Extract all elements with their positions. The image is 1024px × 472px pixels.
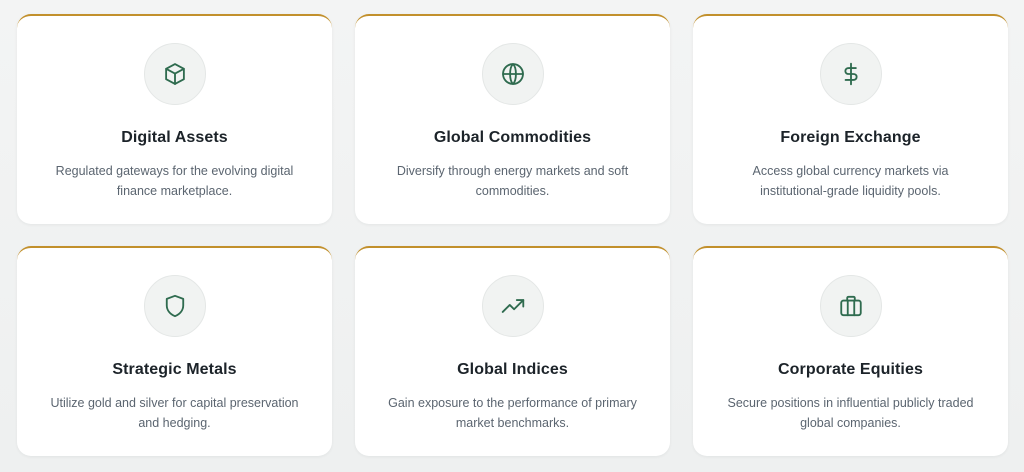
card-title: Foreign Exchange — [780, 129, 921, 146]
card-title: Global Indices — [457, 361, 568, 378]
cube-icon — [164, 63, 185, 85]
card-icon-badge — [143, 275, 206, 337]
card-title: Digital Assets — [121, 129, 228, 146]
card-foreign-exchange[interactable]: Foreign Exchange Access global currency … — [693, 14, 1008, 224]
shield-icon — [165, 294, 184, 318]
dollar-icon — [843, 62, 858, 86]
card-title: Strategic Metals — [112, 361, 237, 378]
card-icon-badge — [819, 43, 882, 105]
card-corporate-equities[interactable]: Corporate Equities Secure positions in i… — [693, 246, 1008, 456]
card-icon-badge — [481, 43, 544, 105]
card-title: Global Commodities — [433, 129, 592, 146]
card-icon-badge — [481, 275, 544, 337]
card-description: Access global currency markets via insti… — [752, 164, 949, 198]
card-digital-assets[interactable]: Digital Assets Regulated gateways for th… — [17, 14, 332, 224]
card-description: Secure positions in influential publicly… — [727, 396, 974, 430]
card-title: Corporate Equities — [778, 361, 923, 378]
trending-up-icon — [501, 299, 524, 313]
card-icon-badge — [819, 275, 882, 337]
card-global-indices[interactable]: Global Indices Gain exposure to the perf… — [355, 246, 670, 456]
card-strategic-metals[interactable]: Strategic Metals Utilize gold and silver… — [17, 246, 332, 456]
card-icon-badge — [143, 43, 206, 105]
briefcase-icon — [839, 295, 862, 317]
card-description: Gain exposure to the performance of prim… — [388, 396, 637, 430]
card-description: Regulated gateways for the evolving digi… — [55, 164, 294, 198]
card-description: Utilize gold and silver for capital pres… — [50, 396, 299, 430]
card-global-commodities[interactable]: Global Commodities Diversify through ene… — [355, 14, 670, 224]
card-description: Diversify through energy markets and sof… — [396, 164, 629, 198]
globe-icon — [501, 63, 524, 85]
asset-class-grid: Digital Assets Regulated gateways for th… — [17, 14, 1008, 456]
